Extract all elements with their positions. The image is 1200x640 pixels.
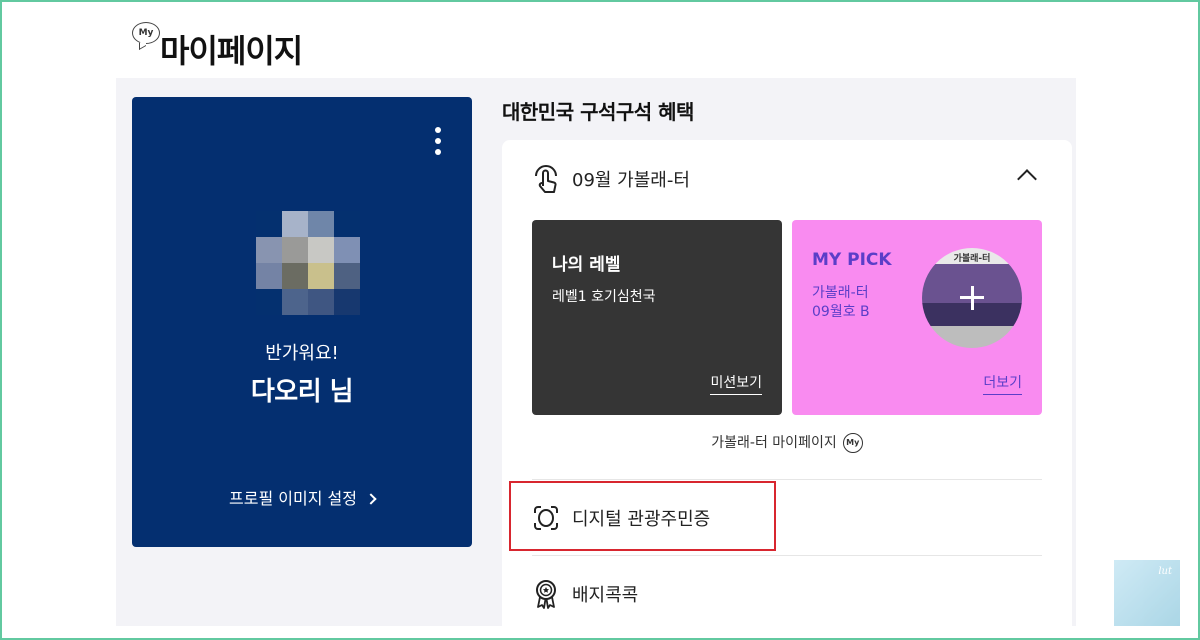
my-pick-name: 가볼래-터 (812, 285, 869, 301)
accordion-title: 09월 가볼래-터 (572, 170, 690, 191)
benefit-panel: 09월 가볼래-터 나의 레벨 레벨1 호기심천국 미션보기 MY PICK 가… (502, 140, 1072, 640)
avatar-pixel (282, 263, 308, 289)
avatar-pixel (308, 211, 334, 237)
watermark-text: lut (1158, 566, 1172, 577)
my-icon-text: My (138, 28, 154, 38)
level-description: 레벨1 호기심천국 (552, 289, 656, 305)
my-pick-title: MY PICK (812, 250, 892, 270)
my-pick-issue: 09월호 B (812, 304, 870, 320)
avatar (256, 211, 360, 315)
avatar-pixel (256, 289, 282, 315)
my-pick-cover-image[interactable]: 가볼래-터 (922, 248, 1022, 348)
divider (532, 555, 1042, 556)
face-scan-icon (534, 506, 558, 530)
avatar-pixel (308, 237, 334, 263)
page-title: 마이페이지 (160, 32, 303, 70)
profile-image-settings-label: 프로필 이미지 설정 (229, 489, 357, 508)
menu-item-label: 디지털 관광주민증 (572, 509, 711, 530)
menu-item-badges[interactable]: 배지콕콕 (532, 574, 638, 614)
badge-medal-icon (536, 580, 556, 609)
avatar-pixel (334, 289, 360, 315)
chevron-right-icon (365, 493, 377, 505)
watermark-logo: lut (1114, 560, 1180, 626)
avatar-pixel (282, 289, 308, 315)
gabollaeter-mypage-link[interactable]: 가볼래-터 마이페이지 My (502, 432, 1072, 453)
profile-image-settings-link[interactable]: 프로필 이미지 설정 (132, 485, 472, 509)
more-options-icon[interactable] (432, 127, 444, 155)
cover-label: 가볼래-터 (953, 254, 991, 264)
my-circle-icon: My (842, 433, 863, 453)
user-name: 다오리 님 (250, 377, 354, 407)
avatar-pixel (256, 211, 282, 237)
divider (532, 479, 1042, 480)
avatar-pixel (282, 237, 308, 263)
my-pick-card: MY PICK 가볼래-터 09월호 B 가볼래-터 더보기 (792, 220, 1042, 415)
avatar-pixel (282, 211, 308, 237)
level-title: 나의 레벨 (552, 255, 621, 275)
mypage-link-label: 가볼래-터 마이페이지 (711, 435, 837, 451)
avatar-pixel (308, 263, 334, 289)
avatar-pixel (334, 211, 360, 237)
chevron-up-icon[interactable] (1017, 169, 1037, 189)
tap-hand-icon (535, 165, 557, 193)
menu-item-label: 배지콕콕 (572, 585, 639, 606)
avatar-pixel (256, 263, 282, 289)
accordion-header[interactable]: 09월 가볼래-터 (532, 164, 690, 194)
avatar-pixel (256, 237, 282, 263)
my-speech-bubble-icon: My (132, 22, 160, 44)
avatar-pixel (334, 237, 360, 263)
avatar-pixel (308, 289, 334, 315)
section-title: 대한민국 구석구석 혜택 (502, 100, 694, 124)
more-link[interactable]: 더보기 (983, 372, 1022, 395)
mission-view-link[interactable]: 미션보기 (710, 372, 762, 395)
greeting-text: 반가워요! (265, 343, 339, 364)
avatar-pixel (334, 263, 360, 289)
menu-item-digital-resident-card[interactable]: 디지털 관광주민증 (532, 498, 710, 538)
level-card: 나의 레벨 레벨1 호기심천국 미션보기 (532, 220, 782, 415)
profile-card: 반가워요! 다오리 님 프로필 이미지 설정 (132, 97, 472, 547)
